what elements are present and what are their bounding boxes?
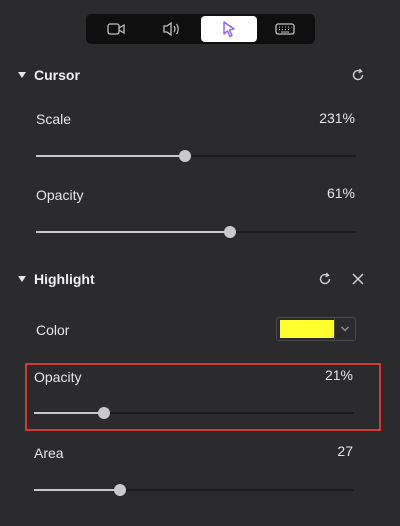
tab-cursor[interactable] <box>200 16 257 42</box>
area-value: 27 <box>337 443 353 459</box>
scale-slider[interactable] <box>36 149 356 163</box>
reset-cursor-button[interactable] <box>348 65 368 85</box>
mode-toolbar <box>86 14 315 44</box>
color-picker[interactable] <box>276 317 356 341</box>
scale-label: Scale <box>36 111 72 127</box>
highlight-opacity-value: 21% <box>324 367 353 383</box>
slider-fill <box>34 412 105 414</box>
cursor-opacity-label: Opacity <box>36 187 84 203</box>
cursor-section-header[interactable]: Cursor <box>0 63 400 87</box>
camera-icon <box>107 23 125 35</box>
cursor-icon <box>222 21 235 38</box>
slider-fill <box>34 489 121 491</box>
color-label: Color <box>36 322 70 338</box>
cursor-opacity-value: 61% <box>326 185 355 201</box>
slider-thumb[interactable] <box>98 407 111 419</box>
slider-fill <box>36 231 230 233</box>
speaker-icon <box>163 21 180 37</box>
color-swatch <box>280 320 334 338</box>
chevron-down-icon <box>341 326 349 332</box>
tab-camera[interactable] <box>88 16 144 42</box>
collapse-caret-icon[interactable] <box>18 72 26 78</box>
keyboard-icon <box>275 23 295 35</box>
tab-audio[interactable] <box>144 16 200 42</box>
tab-keyboard[interactable] <box>257 16 313 42</box>
dropdown-arrow[interactable] <box>334 318 355 340</box>
section-title: Highlight <box>34 271 95 287</box>
reset-highlight-button[interactable] <box>315 269 335 289</box>
scale-value: 231% <box>319 110 355 126</box>
slider-thumb[interactable] <box>178 150 191 162</box>
close-icon <box>352 273 364 285</box>
area-slider[interactable] <box>34 483 354 497</box>
cursor-opacity-slider[interactable] <box>36 225 356 239</box>
highlight-section-header[interactable]: Highlight <box>0 267 400 291</box>
highlight-opacity-slider[interactable] <box>34 406 354 420</box>
highlight-opacity-label: Opacity <box>34 369 82 385</box>
area-label: Area <box>34 445 64 461</box>
slider-thumb[interactable] <box>114 484 127 496</box>
remove-highlight-button[interactable] <box>348 269 368 289</box>
slider-fill <box>36 155 185 157</box>
collapse-caret-icon[interactable] <box>18 276 26 282</box>
slider-thumb[interactable] <box>223 226 236 238</box>
section-title: Cursor <box>34 67 80 83</box>
reset-icon <box>352 68 364 81</box>
reset-icon <box>319 272 331 285</box>
